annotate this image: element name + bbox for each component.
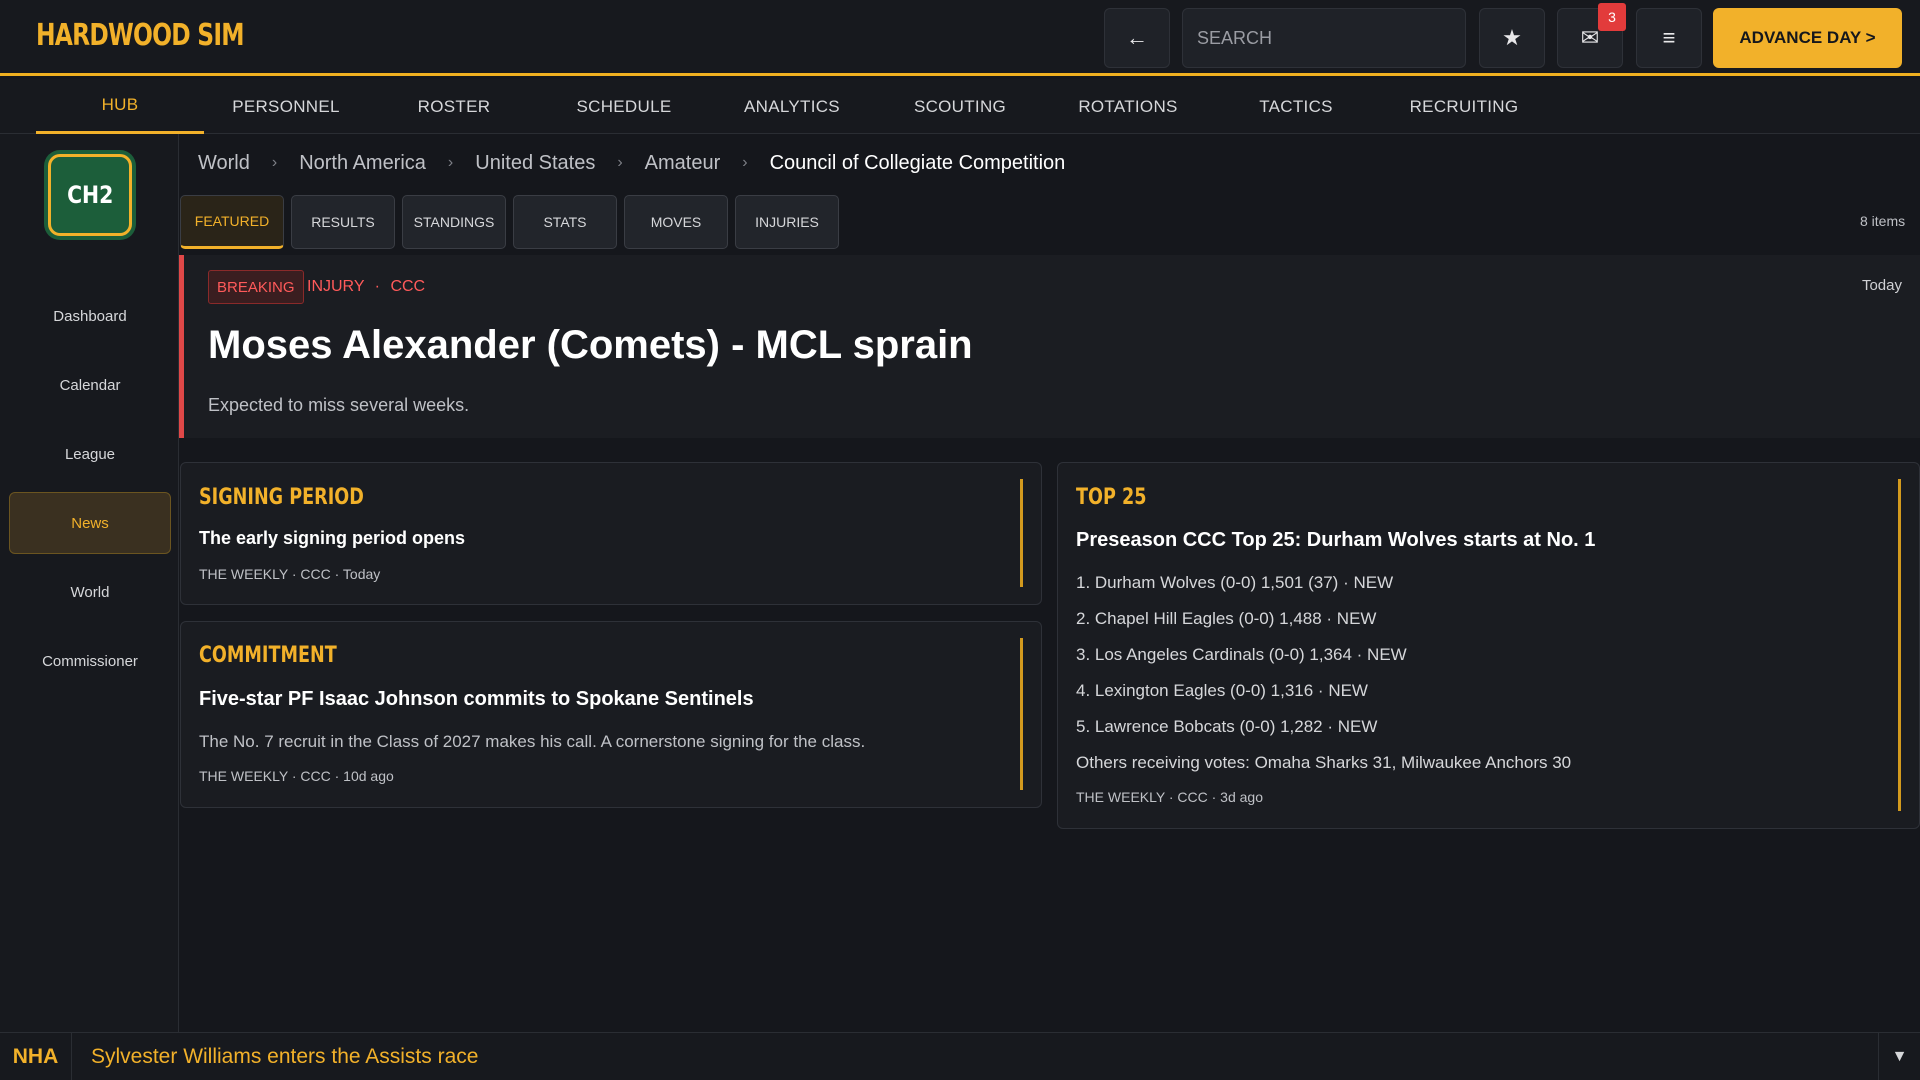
nav-tab-rotations[interactable]: ROTATIONS xyxy=(1044,79,1212,134)
subtab-standings[interactable]: STANDINGS xyxy=(402,195,506,249)
star-icon: ★ xyxy=(1502,25,1522,50)
app-logo[interactable]: HARDWOOD SIM xyxy=(36,18,245,53)
back-button[interactable]: ← xyxy=(1104,8,1170,68)
breadcrumb-amateur[interactable]: Amateur xyxy=(645,152,721,175)
search-input[interactable] xyxy=(1182,8,1466,68)
ranking-line: 4. Lexington Eagles (0-0) 1,316 · NEW xyxy=(1076,681,1368,700)
hamburger-icon: ≡ xyxy=(1662,25,1676,50)
subtab-stats[interactable]: STATS xyxy=(513,195,617,249)
ticker-toggle-button[interactable]: ▼ xyxy=(1878,1033,1920,1080)
featured-story[interactable]: BREAKING INJURY · CCC Today Moses Alexan… xyxy=(179,255,1920,438)
card-kicker: COMMITMENT xyxy=(199,643,337,668)
ranking-line: 1. Durham Wolves (0-0) 1,501 (37) · NEW xyxy=(1076,573,1394,592)
featured-time: Today xyxy=(1861,277,1902,294)
card-kicker: TOP 25 xyxy=(1076,485,1147,510)
sidebar-item-world[interactable]: World xyxy=(9,561,171,623)
breadcrumb: World › North America › United States › … xyxy=(198,148,1065,178)
main-nav: HUB PERSONNEL ROSTER SCHEDULE ANALYTICS … xyxy=(0,79,1920,134)
card-title: Preseason CCC Top 25: Durham Wolves star… xyxy=(1076,529,1596,551)
card-title: Five-star PF Isaac Johnson commits to Sp… xyxy=(199,688,754,710)
featured-league: CCC xyxy=(390,278,426,295)
dot-separator: · xyxy=(374,278,380,295)
chevron-right-icon: › xyxy=(271,154,278,171)
sidebar-item-league[interactable]: League xyxy=(9,423,171,485)
breadcrumb-world[interactable]: World xyxy=(198,152,250,175)
nav-tab-roster[interactable]: ROSTER xyxy=(368,79,540,134)
unread-count-badge: 3 xyxy=(1598,3,1626,31)
others-receiving-votes: Others receiving votes: Omaha Sharks 31,… xyxy=(1076,753,1572,772)
card-title: The early signing period opens xyxy=(199,528,466,548)
card-accent-bar xyxy=(1020,479,1023,587)
team-abbr: CH2 xyxy=(66,181,114,209)
sidebar-item-news[interactable]: News xyxy=(9,492,171,554)
nav-tab-scouting[interactable]: SCOUTING xyxy=(876,79,1044,134)
menu-button[interactable]: ≡ xyxy=(1636,8,1702,68)
mail-icon: ✉ xyxy=(1580,25,1600,50)
card-meta: THE WEEKLY · CCC · 3d ago xyxy=(1076,789,1263,805)
card-body: The No. 7 recruit in the Class of 2027 m… xyxy=(199,732,866,751)
nav-tab-analytics[interactable]: ANALYTICS xyxy=(708,79,876,134)
ranking-line: 5. Lawrence Bobcats (0-0) 1,282 · NEW xyxy=(1076,717,1378,736)
featured-category-label: INJURY xyxy=(307,278,365,295)
chevron-right-icon: › xyxy=(447,154,454,171)
card-meta: THE WEEKLY · CCC · 10d ago xyxy=(199,768,394,784)
nav-tab-tactics[interactable]: TACTICS xyxy=(1212,79,1380,134)
subtab-moves[interactable]: MOVES xyxy=(624,195,728,249)
news-card-commitment[interactable]: COMMITMENT Five-star PF Isaac Johnson co… xyxy=(180,621,1042,808)
arrow-left-icon: ← xyxy=(1126,25,1148,50)
card-accent-bar xyxy=(1020,638,1023,790)
featured-subtitle: Expected to miss several weeks. xyxy=(208,395,470,415)
sidebar-item-commissioner[interactable]: Commissioner xyxy=(9,630,171,692)
top-bar: HARDWOOD SIM ← ★ ✉ 3 ≡ ADVANCE DAY > xyxy=(0,0,1920,76)
team-badge[interactable]: CH2 xyxy=(48,154,132,236)
chevron-down-icon: ▼ xyxy=(1891,1048,1908,1065)
nav-tab-personnel[interactable]: PERSONNEL xyxy=(204,79,368,134)
news-card-top25[interactable]: TOP 25 Preseason CCC Top 25: Durham Wolv… xyxy=(1057,462,1920,829)
ranking-line: 2. Chapel Hill Eagles (0-0) 1,488 · NEW xyxy=(1076,609,1377,628)
breaking-badge: BREAKING xyxy=(208,270,304,304)
sidebar-item-calendar[interactable]: Calendar xyxy=(9,354,171,416)
ticker-league: NHA xyxy=(0,1033,72,1080)
subtab-injuries[interactable]: INJURIES xyxy=(735,195,839,249)
nav-tab-schedule[interactable]: SCHEDULE xyxy=(540,79,708,134)
sidebar-item-dashboard[interactable]: Dashboard xyxy=(9,285,171,347)
featured-title: Moses Alexander (Comets) - MCL sprain xyxy=(208,323,973,367)
ranking-line: 3. Los Angeles Cardinals (0-0) 1,364 · N… xyxy=(1076,645,1407,664)
subtab-results[interactable]: RESULTS xyxy=(291,195,395,249)
card-kicker: SIGNING PERIOD xyxy=(199,485,364,510)
breadcrumb-current: Council of Collegiate Competition xyxy=(769,151,1066,174)
nav-tab-hub[interactable]: HUB xyxy=(36,79,204,134)
inbox-button[interactable]: ✉ 3 xyxy=(1557,3,1626,68)
ticker-headline[interactable]: Sylvester Williams enters the Assists ra… xyxy=(91,1045,478,1069)
nav-tab-recruiting[interactable]: RECRUITING xyxy=(1380,79,1548,134)
breadcrumb-north-america[interactable]: North America xyxy=(299,152,426,175)
subtab-featured[interactable]: FEATURED xyxy=(180,195,284,249)
advance-day-button[interactable]: ADVANCE DAY > xyxy=(1713,8,1902,68)
breadcrumb-united-states[interactable]: United States xyxy=(475,152,595,175)
chevron-right-icon: › xyxy=(617,154,623,171)
chevron-right-icon: › xyxy=(742,154,748,171)
card-accent-bar xyxy=(1898,479,1901,811)
news-card-signing[interactable]: SIGNING PERIOD The early signing period … xyxy=(180,462,1042,605)
favorites-button[interactable]: ★ xyxy=(1479,8,1545,68)
news-ticker: NHA Sylvester Williams enters the Assist… xyxy=(0,1032,1920,1080)
card-meta: THE WEEKLY · CCC · Today xyxy=(199,566,381,582)
featured-category: INJURY · CCC xyxy=(307,278,425,296)
sidebar: CH2 Dashboard Calendar League News World… xyxy=(0,134,179,1032)
items-count: 8 items xyxy=(1860,213,1906,229)
